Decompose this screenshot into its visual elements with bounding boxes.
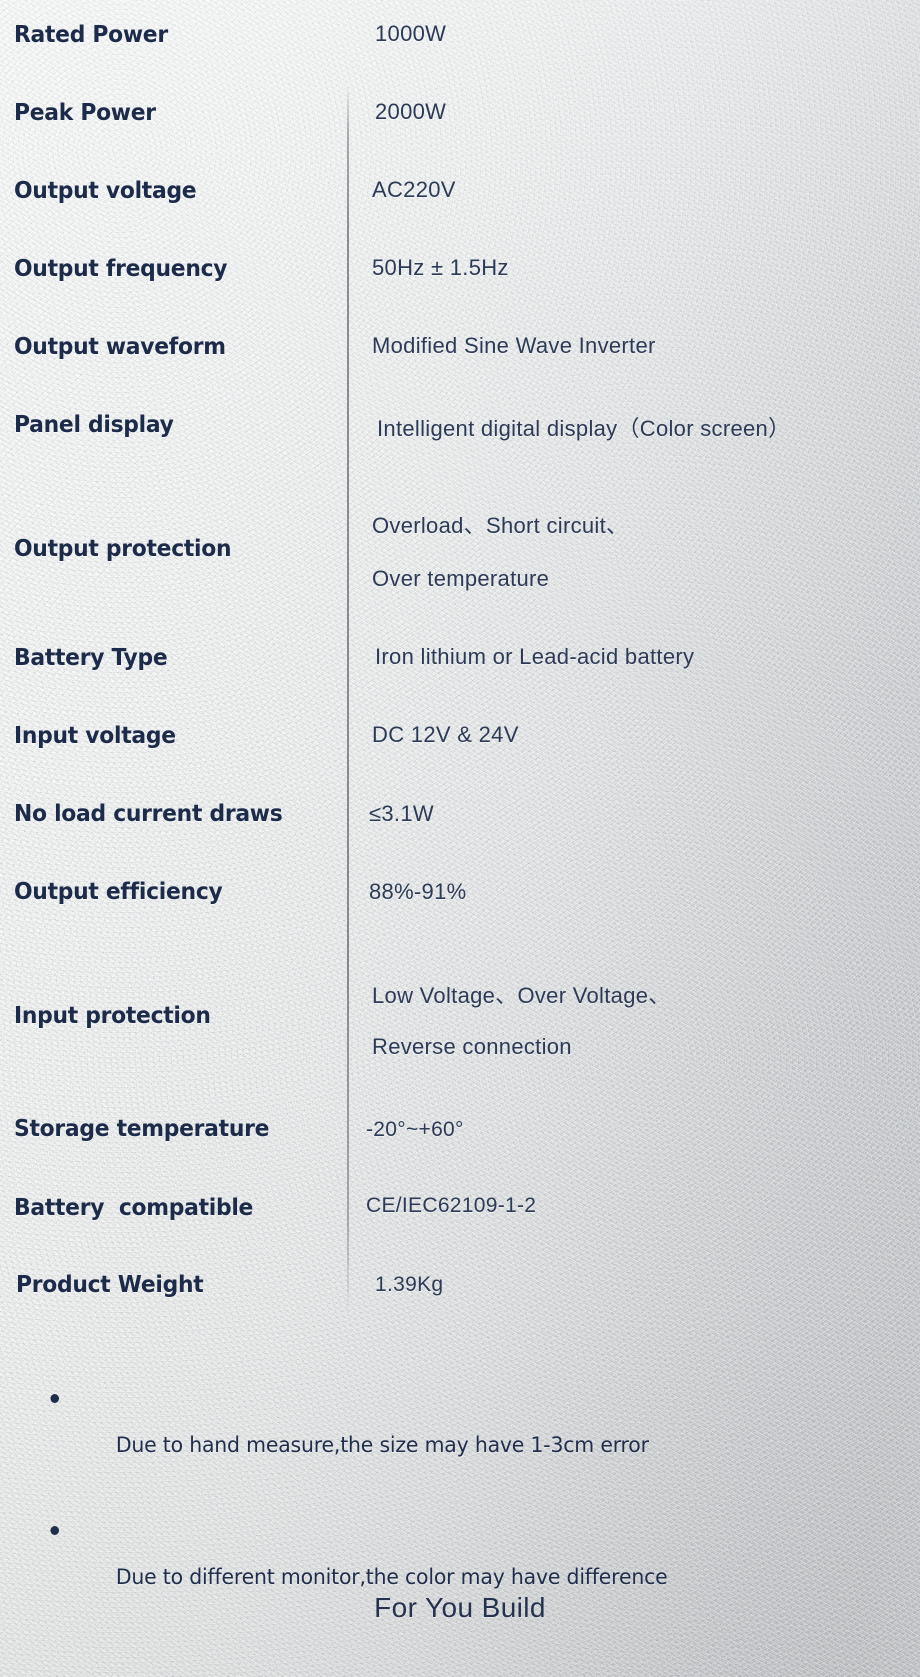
tagline: For You Build — [374, 1592, 546, 1623]
spec-label: Battery compatible — [14, 1193, 254, 1221]
bullet-icon — [50, 1526, 59, 1535]
spec-label: Output protection — [14, 534, 232, 562]
spec-value-line2: Over temperature — [372, 566, 550, 591]
spec-label: Output voltage — [14, 176, 197, 204]
spec-value-line2: Reverse connection — [372, 1034, 572, 1059]
list-item: Due to hand measure,the size may have 1-… — [50, 1383, 878, 1483]
spec-value: Low Voltage、Over Voltage、 — [372, 983, 671, 1008]
column-divider — [347, 84, 349, 1316]
spec-label: Peak Power — [14, 98, 156, 126]
bullet-icon — [50, 1394, 59, 1403]
spec-label: No load current draws — [14, 799, 283, 827]
spec-value: Modified Sine Wave Inverter — [372, 333, 656, 358]
spec-value: 50Hz ± 1.5Hz — [372, 255, 509, 280]
spec-value: ≤3.1W — [369, 801, 434, 826]
spec-label: Output waveform — [14, 332, 226, 360]
spec-value: Overload、Short circuit、 — [372, 513, 629, 538]
spec-value: AC220V — [372, 177, 456, 202]
spec-value: Iron lithium or Lead-acid battery — [375, 644, 695, 669]
spec-value: -20°~+60° — [366, 1118, 464, 1141]
spec-value: 1.39Kg — [375, 1273, 444, 1296]
spec-label: Storage temperature — [14, 1114, 270, 1142]
spec-value: 88%-91% — [369, 879, 467, 904]
spec-value: CE/IEC62109-1-2 — [366, 1194, 537, 1217]
spec-value: 2000W — [375, 99, 447, 124]
spec-value: 1000W — [375, 21, 447, 46]
spec-label: Output efficiency — [14, 877, 223, 905]
spec-value: DC 12V & 24V — [372, 722, 519, 747]
spec-label: Product Weight — [16, 1270, 204, 1298]
spec-label: Panel display — [14, 410, 174, 438]
note-text: Due to different monitor,the color may h… — [115, 1565, 668, 1590]
spec-label: Rated Power — [14, 20, 168, 48]
spec-label: Input voltage — [14, 721, 176, 749]
spec-label: Input protection — [14, 1001, 211, 1029]
spec-label: Output frequency — [14, 254, 228, 282]
spec-sheet: Rated Power 1000W Peak Power 2000W Outpu… — [0, 0, 920, 1677]
spec-label: Battery Type — [14, 643, 168, 671]
note-text: Due to hand measure,the size may have 1-… — [115, 1433, 649, 1458]
spec-value: Intelligent digital display（Color screen… — [377, 416, 791, 441]
